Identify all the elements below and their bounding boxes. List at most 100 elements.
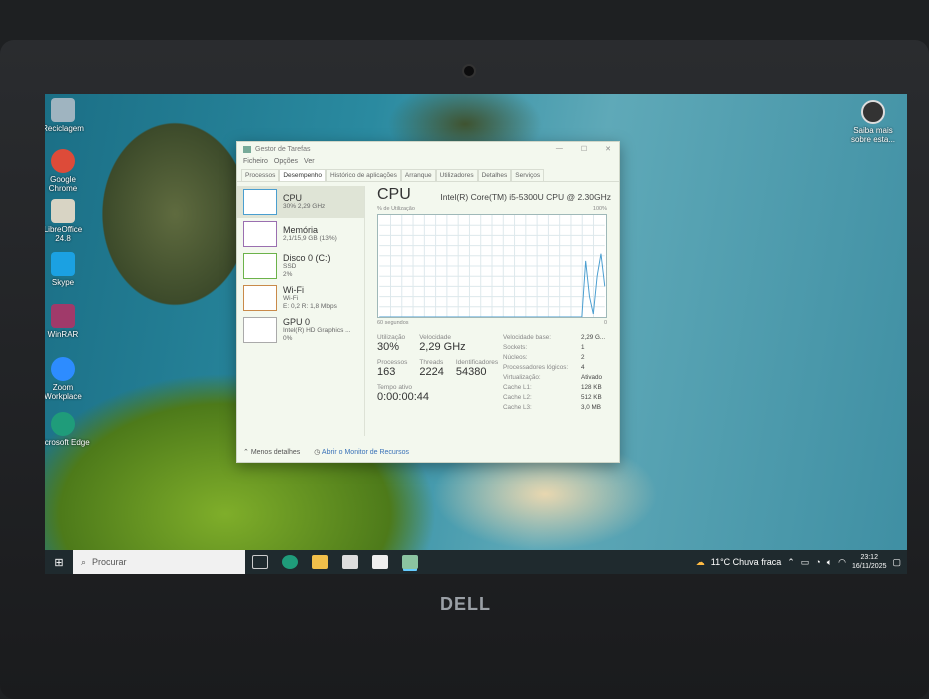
graph-y-label: % de Utilização (377, 206, 415, 212)
edge-icon[interactable] (282, 555, 298, 569)
weather-widget[interactable]: 11°C Chuva fraca (711, 557, 781, 567)
spec-value: 512 KB (581, 394, 602, 401)
window-title: Gestor de Tarefas (255, 145, 311, 153)
app-icon (51, 412, 75, 436)
store-icon[interactable] (342, 555, 358, 569)
sidebar-item[interactable]: Memória 2,1/15,9 GB (13%) (237, 218, 364, 250)
spec-label: Virtualização: (503, 374, 541, 381)
spec-label: Processadores lógicos: (503, 364, 569, 371)
desktop-icon-label: Google Chrome (48, 175, 78, 193)
graph-x-left: 60 segundos (377, 320, 409, 326)
close-button[interactable]: ✕ (605, 145, 611, 153)
fewer-details-button[interactable]: ⌃ Menos detalhes (243, 448, 300, 456)
tab[interactable]: Desempenho (279, 169, 327, 181)
battery-icon[interactable]: ▭ (801, 557, 810, 568)
sidebar-item-name: CPU (283, 193, 303, 203)
desktop-icon-label: LibreOffice 24.8 (45, 225, 83, 243)
sidebar-thumbnail (243, 285, 277, 311)
clock[interactable]: 23:12 16/11/2025 (852, 553, 887, 571)
tab[interactable]: Arranque (400, 169, 436, 181)
tab[interactable]: Serviços (511, 169, 545, 181)
title-bar: Gestor de Tarefas — ☐ ✕ (237, 142, 619, 156)
desktop-icon-learn-more[interactable]: Saiba mais sobre esta... (845, 100, 901, 144)
graph-x-right: 0 (603, 320, 607, 326)
tab[interactable]: Utilizadores (435, 169, 478, 181)
cpu-usage-graph (377, 214, 607, 318)
screen: Reciclagem Google Chrome LibreOffice 24.8 S… (45, 94, 907, 574)
desktop-icon[interactable]: Google Chrome (45, 149, 91, 193)
volume-icon[interactable]: 🔈︎ (827, 557, 832, 568)
search-box[interactable]: ⌕ Procurar (73, 550, 245, 574)
search-icon: ⌕ (81, 556, 87, 567)
handles-label: Identificadores (455, 359, 499, 366)
speed-label: Velocidade (419, 334, 451, 341)
tab[interactable]: Processos (241, 169, 280, 181)
sidebar-item-detail: E: 0,2 R: 1,8 Mbps (283, 303, 337, 310)
desktop-icon-label: Saiba mais sobre esta... (850, 126, 896, 144)
threads-label: Threads (419, 359, 444, 366)
sidebar-item[interactable]: Wi-Fi Wi-Fi E: 0,2 R: 1,8 Mbps (237, 282, 364, 314)
desktop-icon[interactable]: LibreOffice 24.8 (45, 199, 91, 243)
network-icon[interactable]: ◔ (815, 557, 820, 567)
desktop-icon[interactable]: Zoom Workplace (45, 357, 91, 401)
sidebar-item[interactable]: Disco 0 (C:) SSD 2% (237, 250, 364, 282)
wifi-icon[interactable]: ◠ (838, 557, 846, 568)
spec-label: Cache L1: (503, 384, 532, 391)
app-icon (51, 98, 75, 122)
show-hidden-icons[interactable]: ⌃ (787, 557, 795, 568)
spec-value: 128 KB (581, 384, 602, 391)
file-explorer-icon[interactable] (312, 555, 328, 569)
menu-item[interactable]: Ver (304, 158, 315, 165)
task-view-icon[interactable] (252, 555, 268, 569)
sidebar-item-detail: Wi-Fi (283, 295, 299, 302)
sidebar-item[interactable]: CPU 30% 2,29 GHz (237, 186, 364, 218)
menu-item[interactable]: Ficheiro (243, 158, 268, 165)
menu-item[interactable]: Opções (274, 158, 298, 165)
desktop-icon[interactable]: Reciclagem (45, 98, 91, 133)
speed-value: 2,29 GHz (419, 341, 466, 353)
sidebar-item-name: Wi-Fi (283, 285, 304, 295)
desktop-icon[interactable]: WinRAR (45, 304, 91, 339)
info-icon (861, 100, 885, 124)
sidebar-thumbnail (243, 317, 277, 343)
sidebar-item-detail: Intel(R) HD Graphics ... (283, 327, 351, 334)
search-placeholder: Procurar (92, 557, 127, 567)
cpu-panel: CPU Intel(R) Core(TM) i5-5300U CPU @ 2.3… (377, 186, 611, 411)
spec-value: 2,29 G... (581, 334, 606, 341)
desktop-icon[interactable]: Microsoft Edge (45, 412, 91, 447)
app-icon (51, 357, 75, 381)
tab[interactable]: Histórico de aplicações (326, 169, 401, 181)
utilization-label: Utilização (377, 334, 406, 341)
processes-label: Processos (377, 359, 408, 366)
spec-value: Ativado (581, 374, 603, 381)
sidebar-item-name: Disco 0 (C:) (283, 253, 331, 263)
sidebar-item[interactable]: GPU 0 Intel(R) HD Graphics ... 0% (237, 314, 364, 346)
app-icon (51, 252, 75, 276)
resource-monitor-link[interactable]: ◷ Abrir o Monitor de Recursos (314, 448, 409, 456)
task-manager-taskbar-icon[interactable] (402, 555, 418, 569)
resource-monitor-icon: ◷ (314, 449, 321, 456)
threads-value: 2224 (419, 366, 444, 378)
desktop-icon[interactable]: Skype (45, 252, 91, 287)
sidebar-item-name: GPU 0 (283, 317, 311, 327)
app-icon (51, 149, 75, 173)
spec-value: 2 (581, 354, 585, 361)
spec-label: Núcleos: (503, 354, 528, 361)
mail-icon[interactable] (372, 555, 388, 569)
start-button[interactable]: ⊞ (45, 556, 73, 569)
uptime-value: 0:00:00:44 (377, 391, 429, 403)
date: 16/11/2025 (851, 563, 887, 570)
task-manager-icon (243, 145, 251, 153)
uptime-label: Tempo ativo (377, 384, 413, 391)
spec-label: Cache L2: (503, 394, 532, 401)
maximize-button[interactable]: ☐ (581, 145, 587, 153)
taskbar: ⊞ ⌕ Procurar ☁ 11°C Chuva fraca ⌃ ▭ ◔ 🔈︎ … (45, 550, 907, 574)
weather-icon: ☁ (695, 556, 705, 567)
minimize-button[interactable]: — (556, 145, 563, 153)
tab[interactable]: Detalhes (477, 169, 512, 181)
sidebar-item-detail: SSD (283, 263, 297, 270)
desktop-icon-label: Zoom Workplace (45, 383, 82, 401)
spec-label: Cache L3: (503, 404, 532, 411)
resource-monitor-label: Abrir o Monitor de Recursos (321, 449, 410, 456)
notifications-icon[interactable]: ▢ (892, 557, 901, 568)
